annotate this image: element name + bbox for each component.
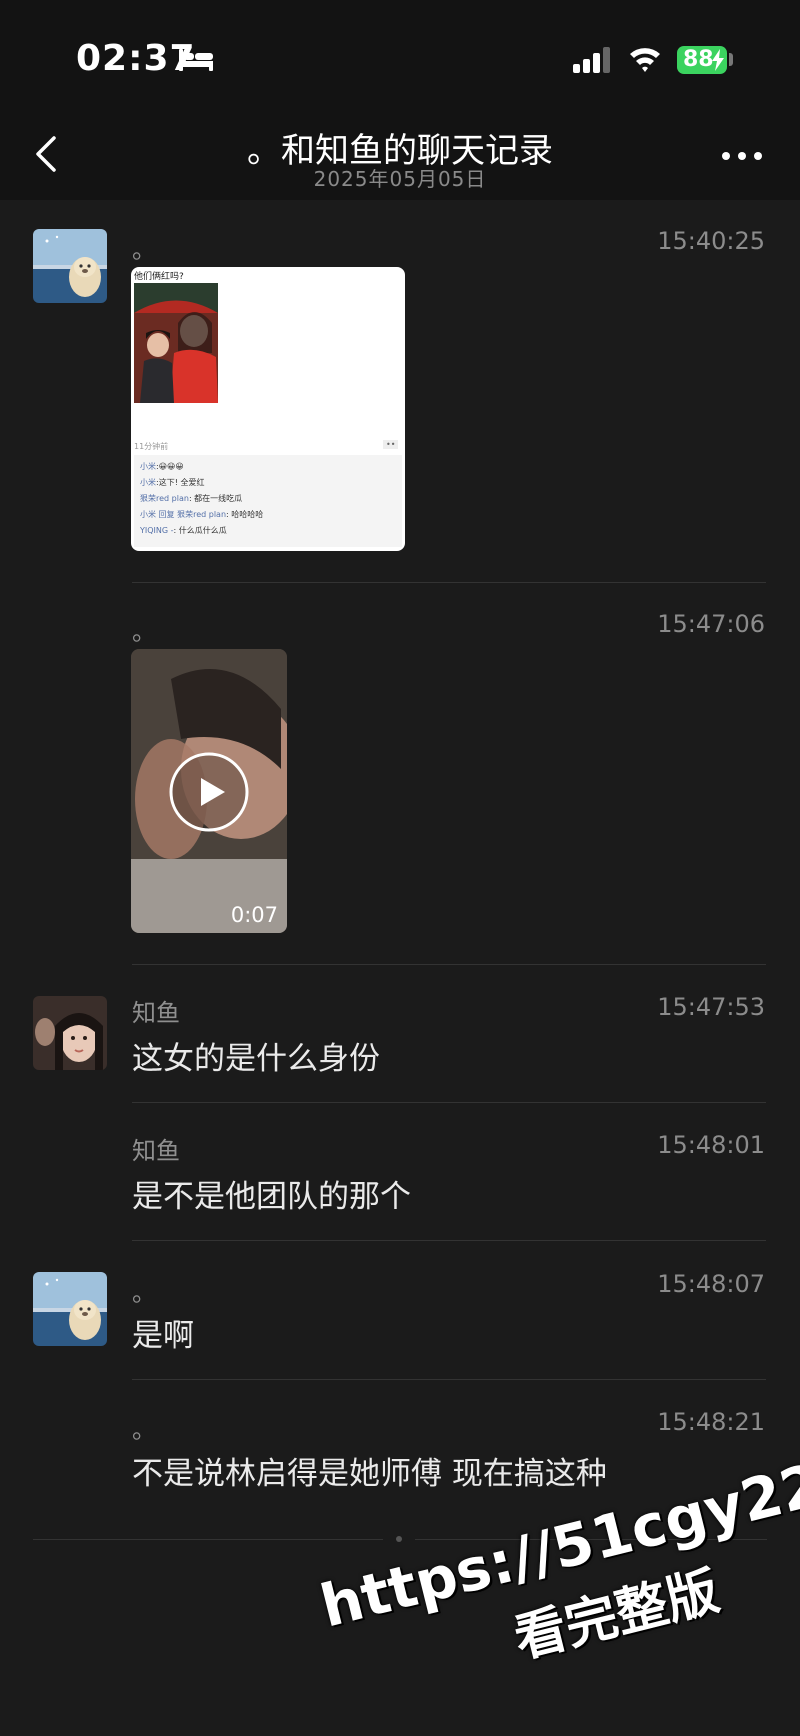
- bed-icon: [179, 49, 213, 71]
- comment-row: 小米 回复 狠荣red plan: 哈哈哈哈: [140, 510, 264, 519]
- image-comments: 小米:😀😀😀 小米:这下! 全爱红 狠荣red plan: 都在一线吃瓜 小米 …: [134, 455, 402, 547]
- comment-row: 狠荣red plan: 都在一线吃瓜: [140, 494, 243, 503]
- more-options-icon[interactable]: [718, 146, 766, 166]
- video-message[interactable]: 0:07: [131, 649, 287, 933]
- image-more-icon: ••: [383, 440, 399, 449]
- message-time: 15:40:25: [657, 227, 765, 255]
- navigation-bar: 。和知鱼的聊天记录 2025年05月05日: [0, 110, 800, 200]
- comment-row: 小米:这下! 全爱红: [140, 478, 205, 487]
- signal-icon: [573, 47, 610, 73]
- message-time: 15:47:06: [657, 610, 765, 638]
- image-meta: 11分钟前: [134, 442, 169, 451]
- status-bar: 02:37 88: [0, 0, 800, 110]
- message-text: 这女的是什么身份: [132, 1041, 380, 1077]
- comment-row: 小米:😀😀😀: [140, 462, 184, 471]
- message-sender: 知鱼: [132, 1137, 180, 1165]
- message-divider: [132, 1379, 766, 1380]
- image-header-text: 他们俩红吗?: [134, 272, 184, 282]
- message-sender: 。: [132, 1416, 156, 1444]
- message-divider: [132, 1102, 766, 1103]
- video-duration: 0:07: [230, 903, 278, 927]
- watermark: https://51cgy22.com 看完整版: [280, 1345, 800, 1723]
- play-icon[interactable]: [168, 751, 250, 833]
- message-time: 15:47:53: [657, 993, 765, 1021]
- image-photo: [134, 283, 218, 403]
- avatar-self[interactable]: [33, 1272, 107, 1346]
- battery-level: 88: [683, 47, 714, 72]
- wifi-icon: [630, 48, 660, 72]
- message-divider: [132, 1240, 766, 1241]
- message-text: 是不是他团队的那个: [132, 1179, 411, 1215]
- message-sender: 。: [132, 236, 156, 264]
- chat-date: 2025年05月05日: [313, 167, 487, 191]
- message-divider: [132, 964, 766, 965]
- message-sender: 知鱼: [132, 999, 180, 1027]
- battery-tip: [729, 53, 733, 66]
- shared-image[interactable]: 他们俩红吗? 11分钟前 •• 小米:😀😀😀 小米:这下! 全爱红 狠荣red …: [131, 267, 405, 551]
- message-text: 是啊: [132, 1318, 194, 1354]
- message-sender: 。: [132, 1279, 156, 1307]
- comment-row: YIQING -: 什么瓜什么瓜: [140, 526, 227, 535]
- message-time: 15:48:07: [657, 1270, 765, 1298]
- message-time: 15:48:01: [657, 1131, 765, 1159]
- avatar-contact[interactable]: [33, 996, 107, 1070]
- avatar-self[interactable]: [33, 229, 107, 303]
- charging-bolt-icon: [712, 49, 724, 71]
- message-sender: 。: [132, 618, 156, 646]
- battery-indicator: 88: [677, 46, 727, 74]
- message-divider: [132, 582, 766, 583]
